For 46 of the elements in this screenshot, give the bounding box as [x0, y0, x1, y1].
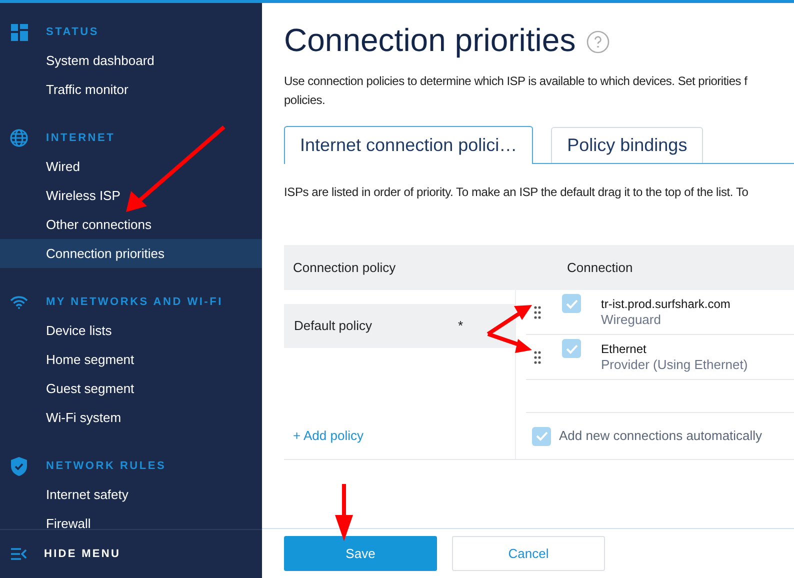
sidebar-item[interactable]: Device lists	[0, 316, 262, 345]
policy-row[interactable]: Default policy *	[284, 304, 515, 348]
sidebar-item[interactable]: Home segment	[0, 345, 262, 374]
column-header: Connection policy	[292, 258, 397, 277]
tab[interactable]: Internet connection polici…	[284, 126, 534, 164]
help-icon[interactable]	[586, 30, 610, 54]
checkbox-label: Add new connections automatically	[559, 427, 762, 446]
page-title: Connection priorities	[284, 24, 576, 56]
description-text: Use connection policies to determine which ISP is available to which devices. Set priorities f policies.	[284, 73, 748, 109]
connection-name: Ethernet	[601, 341, 648, 357]
sidebar-item[interactable]: Internet safety	[0, 480, 262, 509]
section-heading: STATUS	[46, 24, 99, 40]
drag-handle-icon[interactable]	[534, 306, 541, 318]
section-heading: INTERNET	[46, 130, 116, 146]
sidebar-item[interactable]: Wired	[0, 152, 262, 181]
wifi-icon	[10, 296, 28, 308]
connection-type: Wireguard	[601, 312, 662, 328]
checkbox[interactable]	[562, 294, 581, 313]
hide-menu-button[interactable]: HIDE MENU	[0, 530, 262, 578]
sidebar-item[interactable]: Other connections	[0, 210, 262, 239]
tab[interactable]: Policy bindings	[551, 127, 704, 163]
drag-handle-icon[interactable]	[534, 350, 541, 364]
sidebar-item[interactable]: Connection priorities	[0, 239, 262, 268]
arrow-icon	[333, 482, 355, 542]
connection-name: tr-ist.prod.surfshark.com	[601, 296, 730, 312]
sidebar-item[interactable]: System dashboard	[0, 46, 262, 75]
globe-icon	[10, 129, 28, 147]
section-heading: MY NETWORKS AND WI-FI	[46, 294, 223, 310]
check-icon	[566, 344, 578, 354]
dashboard-icon	[10, 24, 28, 40]
sidebar-item[interactable]: Traffic monitor	[0, 75, 262, 104]
check-icon	[536, 431, 548, 441]
connection-type: Provider (Using Ethernet)	[601, 357, 748, 373]
sidebar-item[interactable]: Firewall	[0, 509, 262, 529]
section-heading: NETWORK RULES	[46, 458, 166, 474]
checkbox[interactable]	[532, 426, 551, 446]
check-icon	[566, 298, 578, 308]
column-header: Connection	[566, 258, 633, 277]
hint-text: ISPs are listed in order of priority. To make an ISP the default drag it to the top of the list. To	[284, 184, 748, 201]
sidebar-item[interactable]: Guest segment	[0, 374, 262, 403]
collapse-menu-icon	[11, 548, 27, 560]
sidebar-item[interactable]: Wireless ISP	[0, 181, 262, 210]
sidebar-item[interactable]: Wi-Fi system	[0, 403, 262, 432]
checkbox[interactable]	[562, 339, 581, 358]
shield-icon	[11, 456, 27, 476]
arrow-icon	[484, 302, 534, 354]
